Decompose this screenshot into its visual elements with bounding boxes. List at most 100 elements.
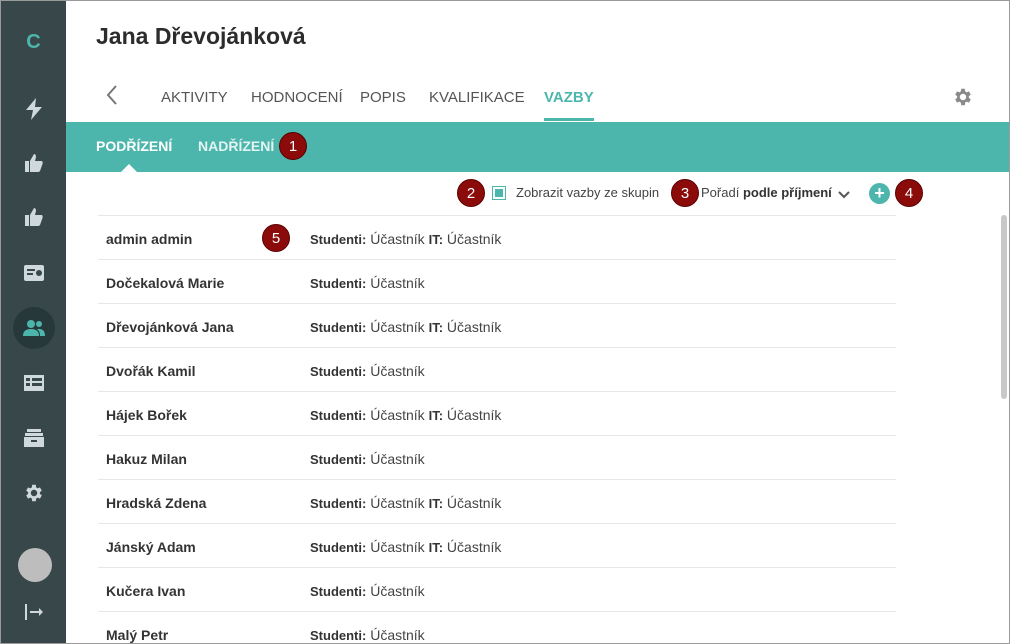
person-name[interactable]: Jánský Adam <box>106 539 196 555</box>
person-name[interactable]: Dřevojánková Jana <box>106 319 234 335</box>
page-title: Jana Dřevojánková <box>96 23 306 49</box>
group-name: Studenti: <box>310 452 367 467</box>
person-name[interactable]: Hradská Zdena <box>106 495 206 511</box>
thumbs-up-icon <box>25 154 43 172</box>
add-button[interactable]: + <box>869 183 890 204</box>
role-name: Účastník <box>446 231 502 247</box>
group-name: Studenti: <box>310 584 367 599</box>
list-item[interactable]: Jánský Adam Studenti: Účastník IT: Účastn… <box>98 523 896 567</box>
role-name: Účastník <box>370 231 425 247</box>
lightning-icon <box>26 98 42 120</box>
group-name: Studenti: <box>310 540 367 555</box>
archive-icon <box>24 429 44 447</box>
callout-badge-3: 3 <box>671 179 699 207</box>
table-icon <box>24 375 44 391</box>
group-name: IT: <box>428 496 444 511</box>
person-name[interactable]: Malý Petr <box>106 627 168 643</box>
group-roles: Studenti: Účastník <box>310 451 425 467</box>
tab-vazby[interactable]: VAZBY <box>544 87 594 121</box>
list-item[interactable]: Kučera Ivan Studenti: Účastník <box>98 567 896 611</box>
sidebar: C <box>1 1 66 643</box>
person-name[interactable]: Kučera Ivan <box>106 583 185 599</box>
show-groups-checkbox[interactable] <box>492 186 506 200</box>
role-name: Účastník <box>370 363 425 379</box>
group-roles: Studenti: Účastník <box>310 363 425 379</box>
callout-badge-1: 1 <box>279 132 307 160</box>
group-roles: Studenti: Účastník IT: Účastník <box>310 319 501 335</box>
thumbs-up-icon <box>25 208 43 226</box>
id-card-icon <box>24 265 44 281</box>
subtab-bar: PODŘÍZENÍ NADŘÍZENÍ <box>66 122 1009 172</box>
sidebar-item-rating[interactable] <box>13 142 55 184</box>
app-window: C Jana Dřevojánková AKTIVITY HODNOCENÍ P… <box>0 0 1010 644</box>
role-name: Účastník <box>446 407 502 423</box>
group-name: Studenti: <box>310 408 367 423</box>
group-name: Studenti: <box>310 496 367 511</box>
chevron-down-icon <box>838 191 850 199</box>
person-name[interactable]: Dvořák Kamil <box>106 363 195 379</box>
list-item[interactable]: Dvořák Kamil Studenti: Účastník <box>98 347 896 391</box>
person-name[interactable]: Hájek Bořek <box>106 407 187 423</box>
sidebar-item-rating-2[interactable] <box>13 196 55 238</box>
role-name: Účastník <box>370 539 425 555</box>
role-name: Účastník <box>370 495 425 511</box>
subordinates-list: admin admin Studenti: Účastník IT: Účastn… <box>98 215 896 643</box>
app-logo[interactable]: C <box>1 31 66 54</box>
logout-button[interactable] <box>13 591 55 633</box>
sidebar-item-people[interactable] <box>13 307 55 349</box>
back-button[interactable] <box>101 83 123 107</box>
group-name: Studenti: <box>310 628 367 643</box>
group-roles: Studenti: Účastník <box>310 627 425 643</box>
group-roles: Studenti: Účastník IT: Účastník <box>310 495 501 511</box>
role-name: Účastník <box>370 275 425 291</box>
group-name: Studenti: <box>310 320 367 335</box>
tab-hodnoceni[interactable]: HODNOCENÍ <box>251 87 343 121</box>
tab-kvalifikace[interactable]: KVALIFIKACE <box>429 87 525 121</box>
group-name: IT: <box>428 232 444 247</box>
sidebar-item-activity[interactable] <box>13 88 55 130</box>
list-item[interactable]: Hradská Zdena Studenti: Účastník IT: Účas… <box>98 479 896 523</box>
sidebar-item-settings[interactable] <box>13 472 55 514</box>
sidebar-item-archive[interactable] <box>13 417 55 459</box>
subtab-nadrizeni[interactable]: NADŘÍZENÍ <box>198 138 274 154</box>
role-name: Účastník <box>446 539 502 555</box>
sort-chevron[interactable] <box>837 187 851 199</box>
group-name: IT: <box>428 408 444 423</box>
group-name: Studenti: <box>310 276 367 291</box>
role-name: Účastník <box>370 319 425 335</box>
tab-popis[interactable]: POPIS <box>360 87 406 121</box>
role-name: Účastník <box>446 495 502 511</box>
list-item[interactable]: Dočekalová Marie Studenti: Účastník <box>98 259 896 303</box>
sort-dropdown[interactable]: Pořadí podle příjmení <box>701 185 832 200</box>
role-name: Účastník <box>370 627 425 643</box>
subtab-podrizeni[interactable]: PODŘÍZENÍ <box>96 138 172 154</box>
list-item[interactable]: Dřevojánková Jana Studenti: Účastník IT: … <box>98 303 896 347</box>
group-roles: Studenti: Účastník IT: Účastník <box>310 539 501 555</box>
role-name: Účastník <box>370 583 425 599</box>
tab-aktivity[interactable]: AKTIVITY <box>161 87 228 121</box>
sidebar-item-qualification[interactable] <box>13 252 55 294</box>
list-item[interactable]: Hájek Bořek Studenti: Účastník IT: Účastn… <box>98 391 896 435</box>
list-item[interactable]: admin admin Studenti: Účastník IT: Účastn… <box>98 215 896 259</box>
group-roles: Studenti: Účastník <box>310 275 425 291</box>
person-name[interactable]: Dočekalová Marie <box>106 275 224 291</box>
show-groups-label[interactable]: Zobrazit vazby ze skupin <box>516 185 659 200</box>
scrollbar-thumb[interactable] <box>1001 215 1007 399</box>
group-roles: Studenti: Účastník IT: Účastník <box>310 231 501 247</box>
sidebar-item-table[interactable] <box>13 362 55 404</box>
checkbox-check <box>495 189 503 197</box>
group-name: IT: <box>428 540 444 555</box>
settings-button[interactable] <box>952 86 974 108</box>
person-name[interactable]: Hakuz Milan <box>106 451 187 467</box>
chevron-left-icon <box>106 85 117 105</box>
list-item[interactable]: Malý Petr Studenti: Účastník <box>98 611 896 643</box>
sort-prefix: Pořadí <box>701 185 740 200</box>
avatar[interactable] <box>18 548 52 582</box>
group-name: IT: <box>428 320 444 335</box>
sort-value: podle příjmení <box>742 185 832 200</box>
active-indicator <box>121 164 137 172</box>
list-item[interactable]: Hakuz Milan Studenti: Účastník <box>98 435 896 479</box>
person-name[interactable]: admin admin <box>106 231 192 247</box>
group-name: Studenti: <box>310 364 367 379</box>
callout-badge-4: 4 <box>895 179 923 207</box>
